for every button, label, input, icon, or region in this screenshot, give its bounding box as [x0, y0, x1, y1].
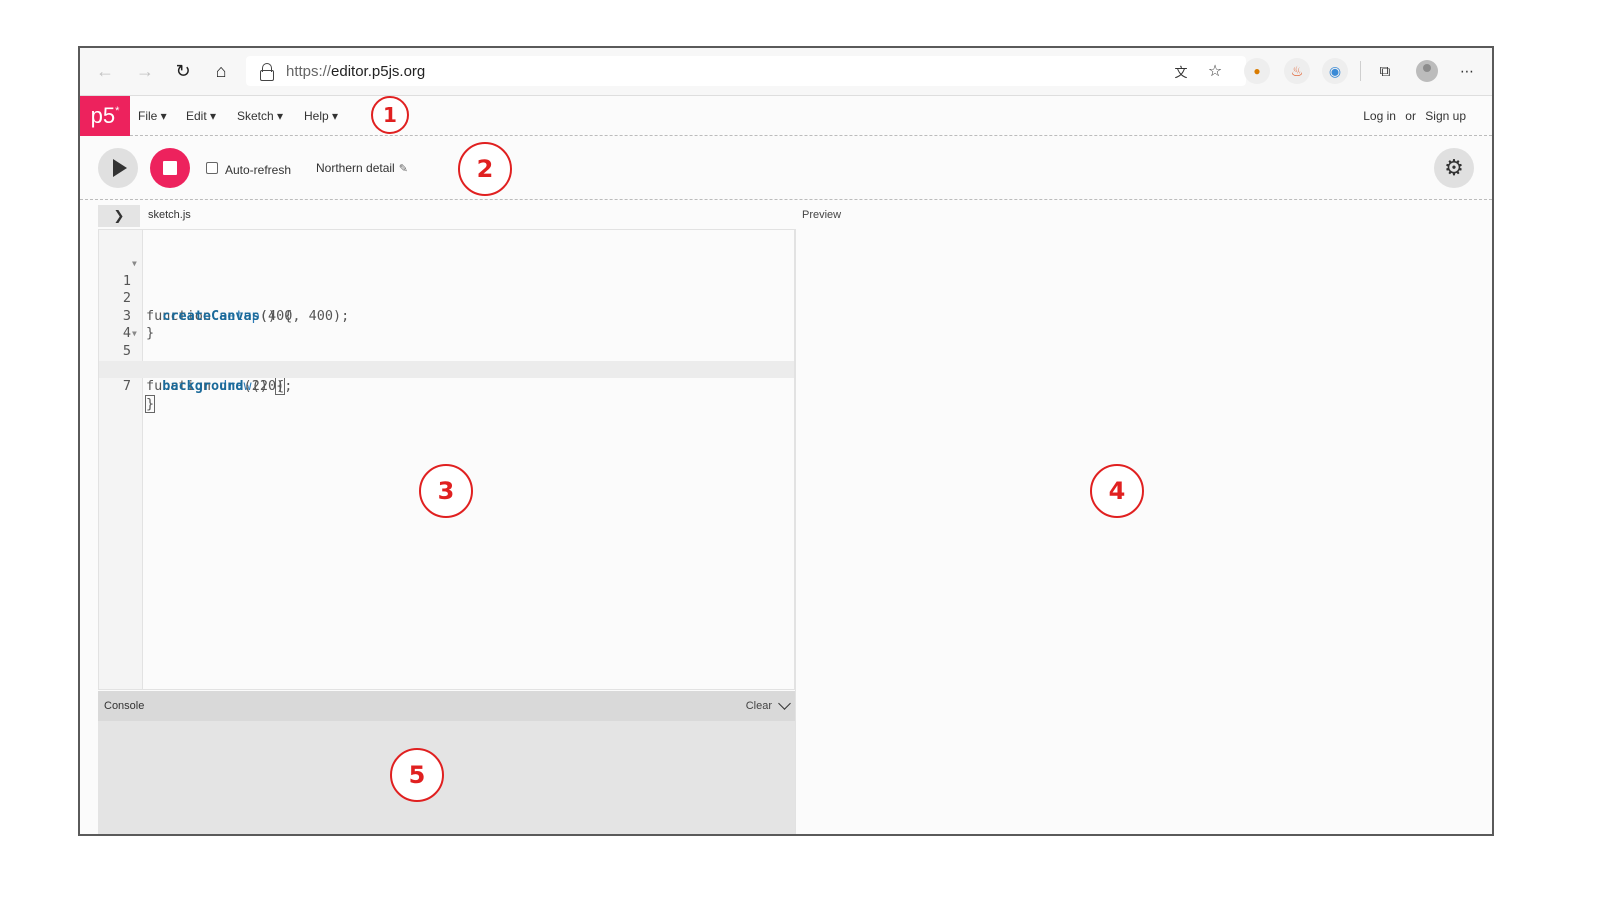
- url-text: https://editor.p5js.org: [286, 62, 426, 80]
- address-bar[interactable]: https://editor.p5js.org: [246, 56, 1246, 86]
- star-icon[interactable]: ☆: [1202, 58, 1228, 84]
- code-lines: 1 ▼ function setup() { 2 createCanvas(40…: [99, 255, 794, 413]
- code-line: 3 }: [99, 290, 794, 342]
- file-tab[interactable]: sketch.js: [148, 209, 191, 221]
- code-line: 4: [99, 308, 794, 341]
- line-number: 7: [122, 378, 131, 395]
- more-icon[interactable]: ⋯: [1454, 58, 1480, 84]
- login-link[interactable]: Log in: [1363, 109, 1396, 123]
- menu-edit[interactable]: Edit ▾: [186, 109, 216, 123]
- code-line-active: 7 }: [99, 360, 794, 413]
- settings-button[interactable]: ⚙: [1434, 148, 1474, 188]
- annotation-marker: 1: [371, 96, 409, 134]
- sketch-toolbar: Auto-refresh Northern detail ✎ ⚙: [80, 136, 1492, 200]
- code-line: 1 ▼ function setup() {: [99, 255, 794, 324]
- p5-logo[interactable]: p5 *: [80, 96, 130, 136]
- annotation-marker: 5: [390, 748, 444, 802]
- play-icon: [113, 159, 127, 177]
- console-controls: Clear: [746, 697, 791, 712]
- fold-icon[interactable]: ▼: [132, 325, 137, 343]
- annotation-marker: 2: [458, 142, 512, 196]
- code-text: background(220);: [162, 378, 293, 395]
- code-line: 2 createCanvas(400, 400);: [99, 273, 794, 324]
- menu-help[interactable]: Help ▾: [304, 109, 338, 123]
- stop-button[interactable]: [150, 148, 190, 188]
- play-button[interactable]: [98, 148, 138, 188]
- extension-icon[interactable]: ◉: [1322, 58, 1348, 84]
- browser-window: ← → ↻ ⌂ https://editor.p5js.org 文 ☆ ● ♨ …: [78, 46, 1494, 836]
- gear-icon: ⚙: [1444, 155, 1464, 180]
- console-header: Console Clear: [98, 691, 795, 721]
- preview-panel: [795, 229, 1492, 834]
- menu-file[interactable]: File ▾: [138, 109, 167, 123]
- refresh-icon[interactable]: ↻: [170, 58, 196, 84]
- toolbar-separator: [1360, 61, 1361, 81]
- home-icon[interactable]: ⌂: [208, 58, 234, 84]
- forward-icon[interactable]: →: [132, 58, 158, 84]
- preview-label: Preview: [802, 209, 842, 221]
- signup-link[interactable]: Sign up: [1425, 109, 1466, 123]
- annotation-marker: 3: [419, 464, 473, 518]
- lock-icon: [260, 63, 274, 81]
- profile-icon[interactable]: [1414, 58, 1440, 84]
- sketch-name-text: Northern detail: [316, 161, 395, 175]
- stop-icon: [163, 161, 177, 175]
- collections-icon[interactable]: ⧉: [1372, 58, 1398, 84]
- auto-refresh-checkbox[interactable]: [206, 162, 218, 174]
- or-text: or: [1405, 109, 1416, 123]
- auth-links: Log in or Sign up: [1357, 109, 1466, 123]
- auto-refresh-label: Auto-refresh: [225, 163, 292, 177]
- code-text: }: [144, 394, 156, 413]
- sketch-name[interactable]: Northern detail ✎: [316, 161, 408, 175]
- back-icon[interactable]: ←: [92, 58, 118, 84]
- sidebar-toggle-button[interactable]: ❯: [98, 205, 140, 227]
- extension-icon[interactable]: ♨: [1284, 58, 1310, 84]
- browser-toolbar: ← → ↻ ⌂ https://editor.p5js.org 文 ☆ ● ♨ …: [80, 48, 1492, 96]
- code-editor[interactable]: 1 ▼ function setup() { 2 createCanvas(40…: [98, 229, 795, 690]
- annotation-marker: 4: [1090, 464, 1144, 518]
- code-line: 6 background(220);: [99, 343, 794, 395]
- chevron-right-icon: ❯: [113, 208, 125, 223]
- clear-button[interactable]: Clear: [746, 700, 772, 712]
- menu-sketch[interactable]: Sketch ▾: [237, 109, 283, 123]
- editor-nav: p5 * File ▾ Edit ▾ Sketch ▾ Help ▾ Log in…: [80, 96, 1492, 136]
- pencil-icon: ✎: [398, 163, 408, 175]
- translate-icon[interactable]: 文: [1168, 58, 1194, 84]
- extension-icon[interactable]: ●: [1244, 58, 1270, 84]
- code-line: 5 ▼ function draw() {: [99, 325, 794, 396]
- console-output: [98, 721, 795, 834]
- console-title: Console: [104, 700, 145, 712]
- chevron-down-icon[interactable]: [778, 697, 791, 710]
- fold-icon[interactable]: ▼: [132, 255, 137, 273]
